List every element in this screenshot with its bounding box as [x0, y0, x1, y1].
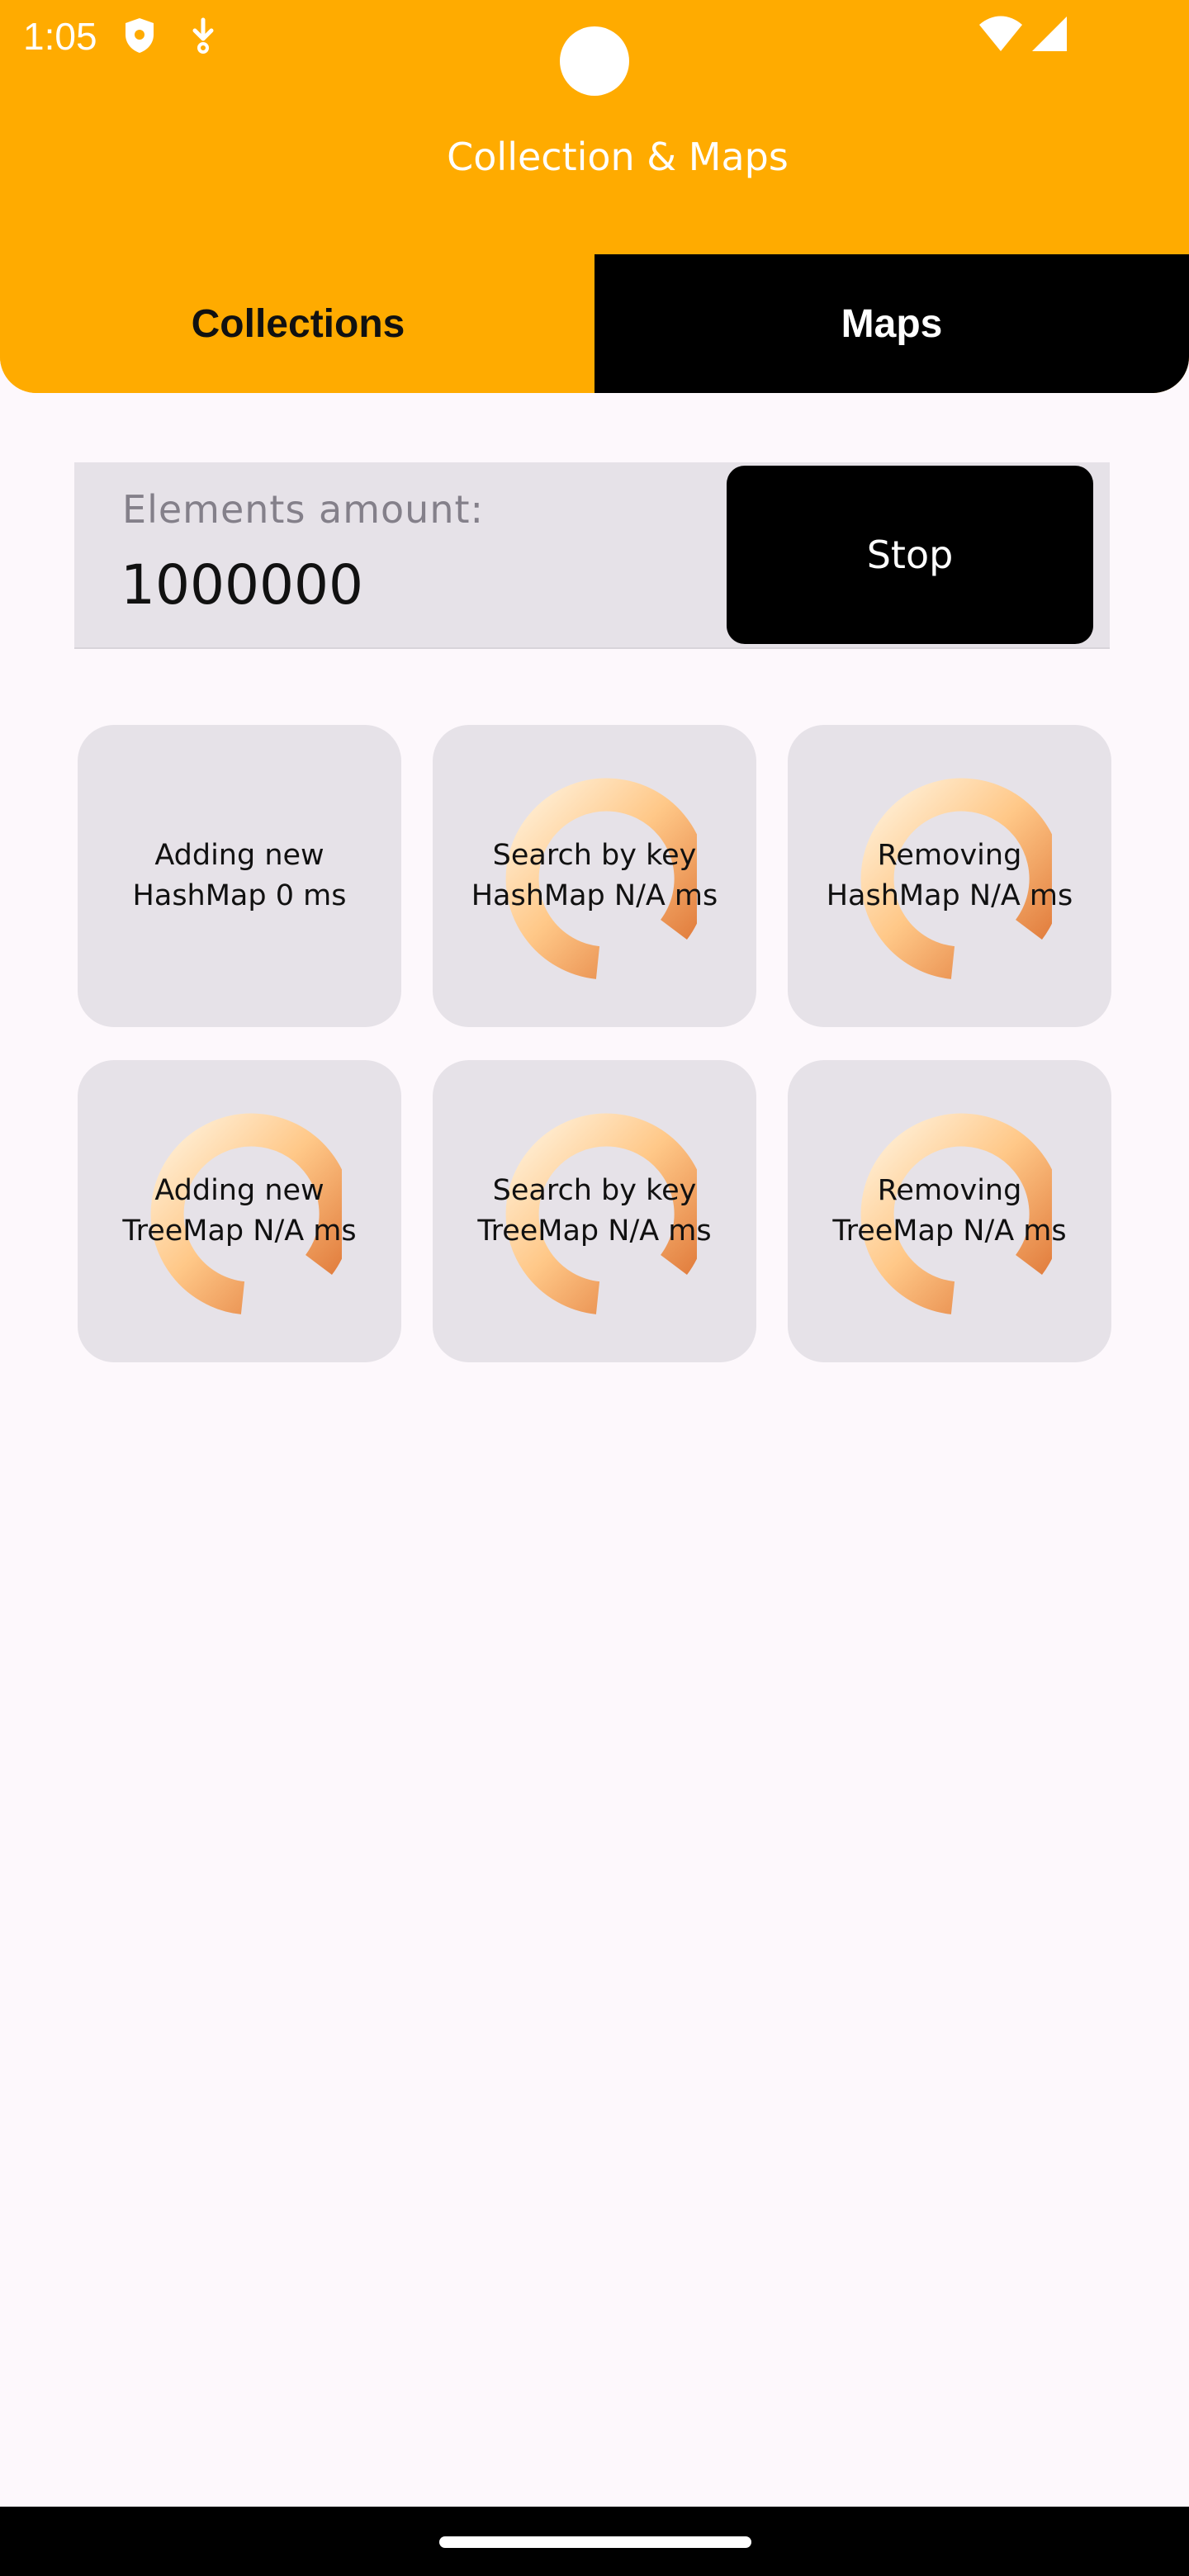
card-removing-hashmap: Removing HashMap N/A ms: [788, 725, 1111, 1027]
app-header: 1:05 Collection & Maps Collections Maps: [0, 0, 1189, 393]
card-text: Search by key TreeMap N/A ms: [477, 1174, 712, 1248]
system-nav-bar: [0, 2507, 1189, 2576]
card-text: Search by key HashMap N/A ms: [471, 839, 718, 912]
card-text: Adding new TreeMap N/A ms: [122, 1174, 357, 1248]
card-search-treemap: Search by key TreeMap N/A ms: [433, 1060, 756, 1362]
elements-amount-value[interactable]: 1000000: [121, 553, 363, 617]
download-icon: [188, 17, 218, 58]
card-adding-treemap: Adding new TreeMap N/A ms: [78, 1060, 401, 1362]
tab-collections-label: Collections: [191, 301, 405, 346]
page-title: Collection & Maps: [447, 135, 789, 179]
card-search-hashmap: Search by key HashMap N/A ms: [433, 725, 756, 1027]
shield-icon: [122, 17, 157, 58]
status-time: 1:05: [23, 15, 97, 58]
tab-collections[interactable]: Collections: [0, 254, 596, 393]
results-grid: Adding new HashMap 0 ms Search by key Ha…: [78, 725, 1111, 1362]
elements-amount-label: Elements amount:: [122, 487, 485, 532]
signal-icon: [1030, 15, 1068, 56]
card-text: Removing TreeMap N/A ms: [832, 1174, 1067, 1248]
camera-cutout: [560, 26, 629, 96]
tab-maps[interactable]: Maps: [594, 254, 1189, 393]
card-removing-treemap: Removing TreeMap N/A ms: [788, 1060, 1111, 1362]
screen: 1:05 Collection & Maps Collections Maps …: [0, 0, 1189, 2576]
stop-button[interactable]: Stop: [727, 466, 1093, 644]
stop-button-label: Stop: [866, 533, 954, 577]
card-text: Removing HashMap N/A ms: [826, 839, 1073, 912]
wifi-icon: [978, 15, 1024, 56]
home-indicator[interactable]: [439, 2536, 751, 2548]
card-text: Adding new HashMap 0 ms: [132, 839, 347, 912]
card-adding-hashmap: Adding new HashMap 0 ms: [78, 725, 401, 1027]
tab-maps-label: Maps: [841, 301, 943, 346]
